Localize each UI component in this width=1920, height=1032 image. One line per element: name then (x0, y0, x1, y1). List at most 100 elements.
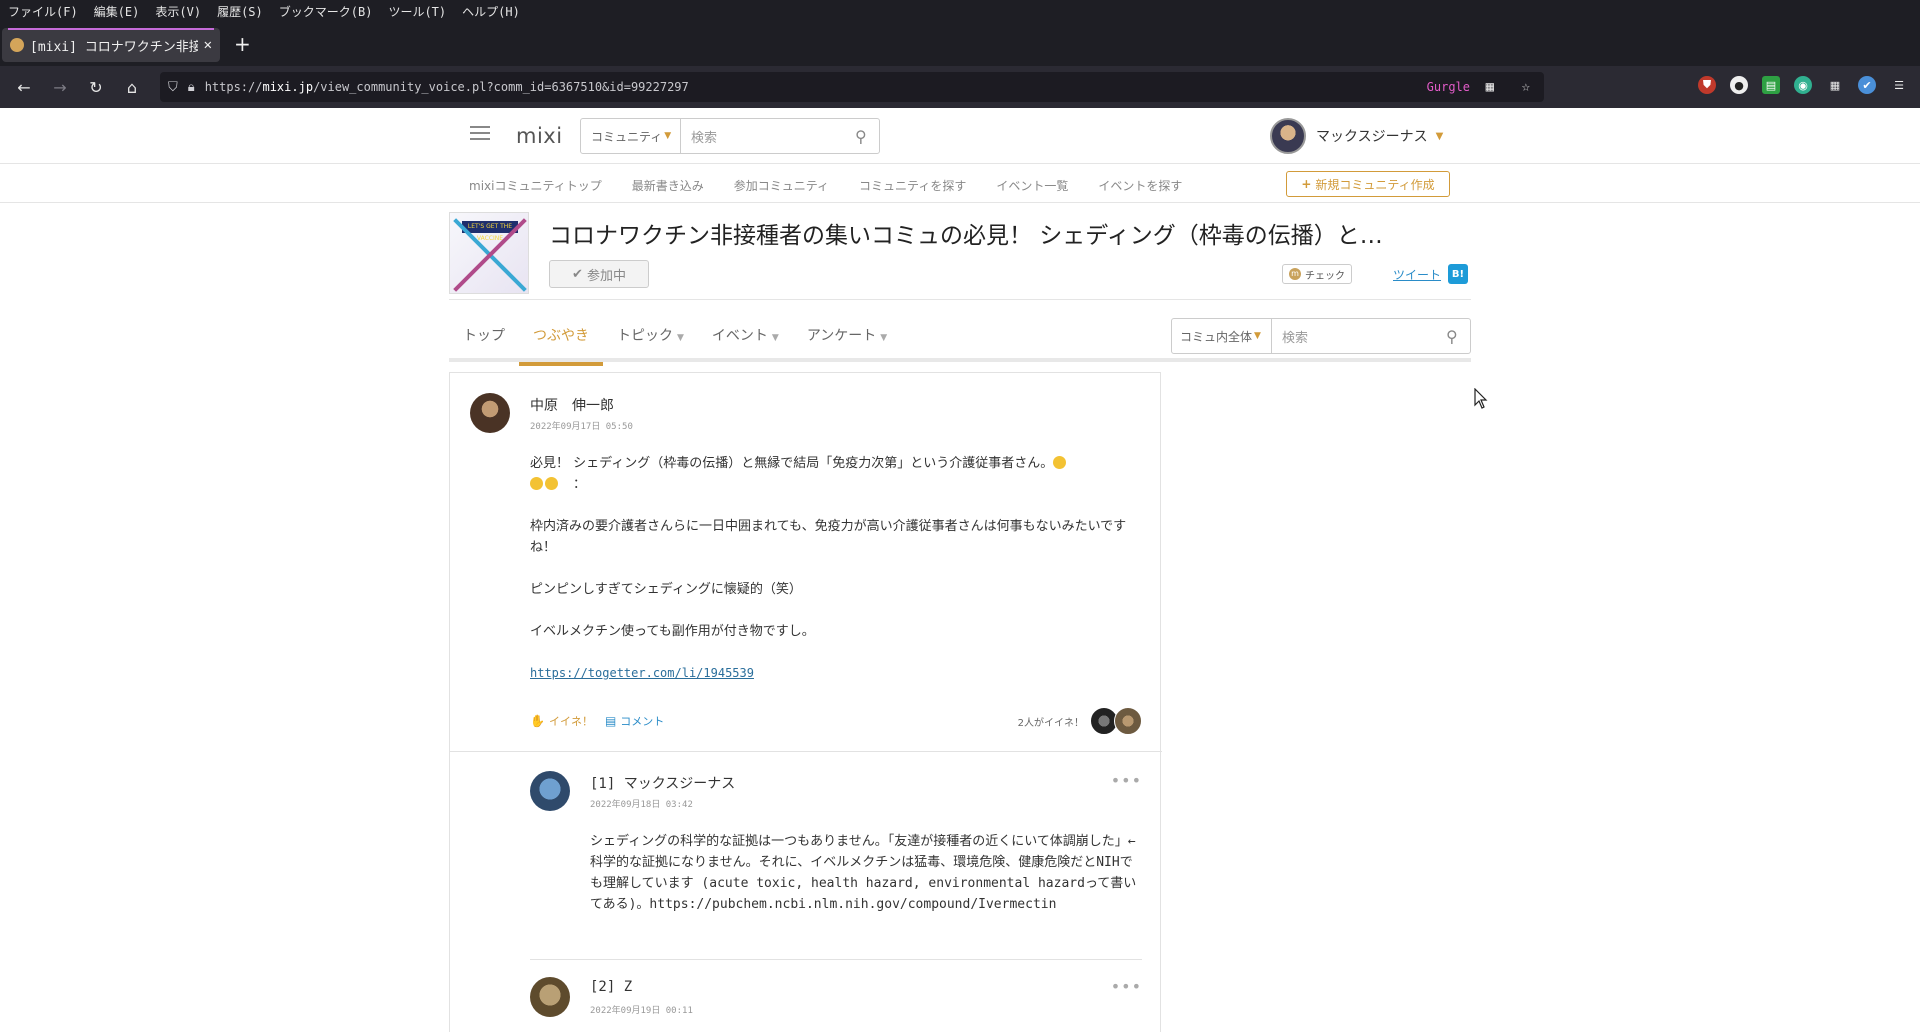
mixi-m-icon: m (1289, 268, 1301, 280)
tiles-extension-icon[interactable]: ▦ (1826, 76, 1844, 94)
vpn-extension-icon[interactable]: ✔ (1858, 76, 1876, 94)
tab-voice[interactable]: つぶやき (519, 306, 603, 366)
new-community-button[interactable]: + 新規コミュニティ作成 (1286, 171, 1450, 197)
url-bar[interactable]: ⛉ 🔒︎ https://mixi.jp/view_community_voic… (160, 72, 1544, 102)
close-tab-icon[interactable]: ✕ (204, 37, 212, 53)
subnav-joined-communities[interactable]: 参加コミュニティ (734, 177, 829, 194)
tab-topic-label: トピック (617, 328, 673, 344)
chevron-down-icon[interactable]: ▼ (1436, 131, 1444, 142)
liker-avatar[interactable] (1114, 707, 1142, 735)
tab-top-label: トップ (463, 328, 505, 344)
site-search-scope[interactable]: コミュニティ ▼ (581, 119, 681, 153)
grid-extension-icon[interactable]: ▦ (1486, 79, 1494, 95)
mixi-favicon-icon (10, 38, 24, 52)
tab-title: [mixi] コロナワクチン非接 (30, 39, 198, 55)
site-search: コミュニティ ▼ 検索 ⚲ (580, 118, 880, 154)
community-header: LET'S GET THE VACCINE コロナワクチン非接種者の集いコミュの… (449, 212, 1471, 300)
reply-body: シェディングの科学的な証拠は一つもありません。「友達が接種者の近くにいて体調崩し… (590, 834, 1137, 912)
more-options-icon[interactable]: ••• (1111, 977, 1142, 996)
post-link[interactable]: https://togetter.com/li/1945539 (530, 666, 754, 680)
hatena-bookmark-icon[interactable]: B! (1448, 264, 1468, 284)
chevron-down-icon: ▼ (664, 131, 672, 141)
reply-author[interactable]: [2] Z (590, 979, 632, 995)
post-date: 2022年09月17日 05:50 (530, 422, 633, 432)
reply-avatar[interactable] (530, 771, 570, 811)
like-label: イイネ！ (548, 715, 593, 728)
new-tab-icon[interactable]: + (234, 32, 251, 56)
tab-survey[interactable]: アンケート ▼ (793, 306, 901, 362)
site-menu-icon[interactable] (470, 126, 490, 142)
lock-icon[interactable]: 🔒︎ (188, 80, 195, 95)
tweet-link[interactable]: ツイート (1393, 266, 1441, 283)
author-avatar[interactable] (470, 393, 510, 433)
mixi-check-button[interactable]: m チェック (1282, 264, 1352, 284)
more-options-icon[interactable]: ••• (1111, 771, 1142, 790)
green-extension-icon[interactable]: ◉ (1794, 76, 1812, 94)
menu-file[interactable]: ファイル(F) (8, 3, 78, 20)
likers[interactable]: 2人がイイネ！ (1018, 707, 1142, 735)
post-paragraph: 必見！ シェディング（枠毒の伝播）と無縁で結局「免疫力次第」という介護従事者さん… (530, 453, 1142, 495)
community-title[interactable]: コロナワクチン非接種者の集いコミュの必見！ シェディング（枠毒の伝播）と… (549, 216, 1469, 250)
ublock-icon[interactable]: ⛊ (1698, 76, 1716, 94)
gurgle-extension[interactable]: Gurgle (1427, 80, 1470, 94)
search-icon[interactable]: ⚲ (855, 127, 879, 146)
reply-date: 2022年09月18日 03:42 (590, 800, 693, 810)
menu-help[interactable]: ヘルプ(H) (462, 3, 520, 20)
subnav-community-top[interactable]: mixiコミュニティトップ (469, 177, 602, 194)
community-tabs: トップ つぶやき トピック ▼ イベント ▼ アンケート ▼ コミュ内全体 ▼ 検索 ⚲ (449, 306, 1471, 366)
back-icon[interactable]: ← (6, 78, 42, 97)
post-paragraph: 枠内済みの要介護者さんらに一日中囲まれても、免疫力が高い介護従事者さんは何事もな… (530, 519, 1127, 555)
community-search-scope-label: コミュ内全体 (1180, 329, 1253, 344)
reload-icon[interactable]: ↻ (78, 78, 114, 97)
tab-event[interactable]: イベント ▼ (698, 306, 793, 362)
hamburger-menu-icon[interactable]: ☰ (1890, 76, 1908, 94)
subnav-event-list[interactable]: イベント一覧 (996, 177, 1068, 194)
mixi-logo[interactable]: mixi (516, 124, 563, 148)
menu-history[interactable]: 履歴(S) (217, 3, 263, 20)
post-body: 必見！ シェディング（枠毒の伝播）と無縁で結局「免疫力次第」という介護従事者さん… (530, 453, 1142, 705)
subnav-find-community[interactable]: コミュニティを探す (859, 177, 966, 194)
community-search-scope[interactable]: コミュ内全体 ▼ (1172, 319, 1272, 353)
post-line: ： (573, 477, 587, 492)
like-button[interactable]: ✋ イイネ！ (530, 713, 593, 729)
user-menu[interactable]: マックスジーナス ▼ (1270, 118, 1443, 154)
menu-edit[interactable]: 編集(E) (94, 3, 140, 20)
record-extension-icon[interactable]: ● (1730, 76, 1748, 94)
user-name[interactable]: マックスジーナス (1316, 126, 1428, 146)
forward-icon[interactable]: → (42, 78, 78, 97)
home-icon[interactable]: ⌂ (114, 78, 150, 97)
checkmark-icon: ✔ (572, 266, 583, 282)
post-author[interactable]: 中原 伸一郎 (530, 395, 614, 415)
browser-navbar: ← → ↻ ⌂ ⛉ 🔒︎ https://mixi.jp/view_commun… (0, 66, 1920, 108)
voice-post: 中原 伸一郎 2022年09月17日 05:50 必見！ シェディング（枠毒の伝… (449, 372, 1162, 1032)
reply-avatar[interactable] (530, 977, 570, 1017)
community-thumbnail[interactable]: LET'S GET THE VACCINE (449, 212, 529, 294)
browser-tab-active[interactable]: [mixi] コロナワクチン非接 ✕ (2, 28, 220, 62)
joined-button[interactable]: ✔ 参加中 (549, 260, 649, 288)
tab-event-label: イベント (711, 328, 768, 344)
chevron-down-icon: ▼ (677, 333, 684, 343)
menu-bookmarks[interactable]: ブックマーク(B) (279, 3, 373, 20)
subnav-find-event[interactable]: イベントを探す (1098, 177, 1182, 194)
new-community-label: 新規コミュニティ作成 (1315, 177, 1435, 192)
url-scheme: https:// (204, 80, 263, 94)
menu-view[interactable]: 表示(V) (155, 3, 201, 20)
site-search-input[interactable]: 検索 (681, 127, 855, 146)
bookmark-star-icon[interactable]: ☆ (1522, 79, 1530, 95)
user-avatar[interactable] (1270, 118, 1306, 154)
menu-tools[interactable]: ツール(T) (388, 3, 446, 20)
comment-button[interactable]: ▤ コメント (605, 713, 664, 729)
search-icon[interactable]: ⚲ (1446, 327, 1470, 346)
grin-emoji-icon (545, 477, 558, 490)
chevron-down-icon: ▼ (771, 333, 779, 343)
grin-emoji-icon (1053, 456, 1067, 469)
tab-topic[interactable]: トピック ▼ (603, 306, 698, 362)
tracking-shield-icon[interactable]: ⛉ (168, 80, 178, 95)
community-search-input[interactable]: 検索 (1272, 327, 1446, 346)
community-search: コミュ内全体 ▼ 検索 ⚲ (1171, 318, 1471, 354)
tab-top[interactable]: トップ (449, 306, 519, 362)
reply-author[interactable]: [1] マックスジーナス (590, 773, 735, 793)
site-search-scope-label: コミュニティ (591, 129, 663, 144)
notes-extension-icon[interactable]: ▤ (1762, 76, 1780, 94)
subnav-latest-posts[interactable]: 最新書き込み (632, 177, 704, 194)
